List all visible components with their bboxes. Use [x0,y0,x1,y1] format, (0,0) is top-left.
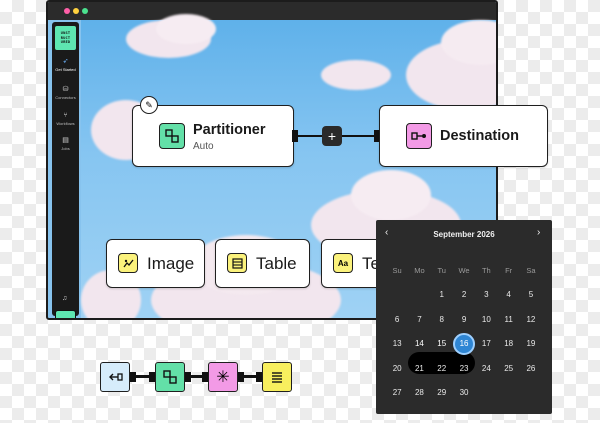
weekday-label: Fr [505,266,513,275]
calendar-day-16[interactable]: 16 [453,333,475,355]
table-node[interactable]: Table [215,239,310,288]
calendar-day-30[interactable]: 30 [453,382,475,404]
calendar-day-29[interactable]: 29 [431,382,453,404]
calendar-day-26[interactable]: 26 [520,358,542,380]
window-minimize-dot[interactable] [73,8,79,14]
calendar-day-1[interactable]: 1 [431,284,453,306]
account-button[interactable]: ☺ [55,310,76,318]
image-node[interactable]: Image [106,239,205,288]
calendar-day-21[interactable]: 21 [408,358,430,380]
calendar-day-19[interactable]: 19 [520,333,542,355]
sidebar-item-label: Get Started [55,67,76,72]
partition-icon[interactable] [155,362,185,392]
calendar-day-24[interactable]: 24 [475,358,497,380]
table-node-label: Table [256,254,297,273]
calendar-day-4[interactable]: 4 [498,284,520,306]
add-node-button[interactable]: + [322,126,342,146]
window-maximize-dot[interactable] [82,8,88,14]
workflow-icon: ⑂ [63,112,68,119]
calendar-day-10[interactable]: 10 [475,309,497,331]
weekday-label: Su [392,266,402,275]
plus-icon: + [327,128,337,144]
user-icon: ☺ [62,317,70,318]
calendar-day-5[interactable]: 5 [520,284,542,306]
image-node-label: Image [147,254,195,273]
calendar-day-27[interactable]: 27 [386,382,408,404]
next-month-button[interactable]: › [537,228,540,238]
pipeline-link [136,375,150,378]
partitioner-node[interactable]: Partitioner Auto [132,105,294,167]
calendar-day-9[interactable]: 9 [453,309,475,331]
calendar-day-12[interactable]: 12 [520,309,542,331]
document-icon[interactable] [262,362,292,392]
edge-line [298,135,324,137]
calendar-day-6[interactable]: 6 [386,309,408,331]
calendar-month-title: September 2026 [433,230,495,239]
window-close-dot[interactable] [64,8,70,14]
text-icon: Aa [333,253,353,273]
sidebar-item-label: Jobs [61,146,70,151]
date-picker: ‹ September 2026 › Su Mo Tu We Th Fr Sa 1 2 3 4 5 6 7… [376,220,552,414]
destination-title: Destination [440,128,519,144]
bell-icon[interactable]: ♫ [62,295,69,302]
calendar-day-8[interactable]: 8 [431,309,453,331]
partitioner-title: Partitioner [193,122,266,138]
calendar-day-17[interactable]: 17 [475,333,497,355]
calendar-day-2[interactable]: 2 [453,284,475,306]
brand-logo[interactable]: UNST RUCT URED [55,26,76,50]
sidebar-item-jobs[interactable]: ▤ Jobs [52,137,79,151]
weekday-label: Tu [437,266,446,275]
edge-line [342,135,374,137]
calendar-day-28[interactable]: 28 [408,382,430,404]
sidebar-item-label: Connectors [55,95,76,100]
sidebar-item-label: Workflows [56,121,75,126]
title-bar [48,2,496,20]
sidebar-item-get-started[interactable]: ➶ Get Started [52,58,79,72]
weekday-label: Mo [414,266,425,275]
sidebar: UNST RUCT URED ➶ Get Started ⛁ Connector… [52,22,79,318]
calendar-day-13[interactable]: 13 [386,333,408,355]
sidebar-item-connectors[interactable]: ⛁ Connectors [52,86,79,100]
weekday-label: Th [481,266,491,275]
image-icon [118,253,138,273]
sidebar-item-workflows[interactable]: ⑂ Workflows [52,112,79,126]
calendar-day-3[interactable]: 3 [475,284,497,306]
calendar-day-25[interactable]: 25 [498,358,520,380]
edit-pencil-icon[interactable]: ✎ [140,96,158,114]
calendar-day-7[interactable]: 7 [408,309,430,331]
calendar-day-18[interactable]: 18 [498,333,520,355]
calendar-day-14[interactable]: 14 [408,333,430,355]
source-icon[interactable] [100,362,130,392]
destination-node[interactable]: Destination [379,105,548,167]
partition-icon [159,123,185,149]
calendar-day-23[interactable]: 23 [453,358,475,380]
table-icon [227,253,247,273]
weekday-label: Sa [526,266,536,275]
sparkle-icon[interactable]: ✳ [208,362,238,392]
calendar-day-15[interactable]: 15 [431,333,453,355]
destination-icon [406,123,432,149]
weekday-label: We [458,266,470,275]
calendar-day-22[interactable]: 22 [431,358,453,380]
calendar-day-20[interactable]: 20 [386,358,408,380]
rocket-icon: ➶ [62,58,69,65]
briefcase-icon: ▤ [62,137,69,144]
calendar-day-11[interactable]: 11 [498,309,520,331]
database-icon: ⛁ [62,86,69,93]
partitioner-subtitle: Auto [193,141,214,152]
